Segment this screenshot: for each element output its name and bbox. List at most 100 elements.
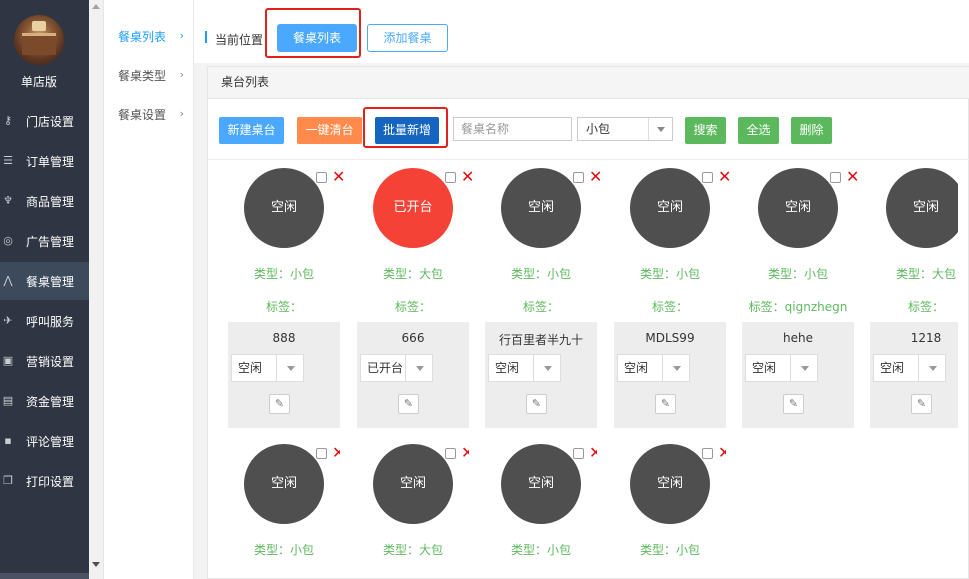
table-state-select[interactable]: 空闲 bbox=[745, 354, 818, 382]
table-checkbox[interactable] bbox=[445, 172, 456, 183]
table-tags: 标签： bbox=[651, 300, 688, 314]
close-icon[interactable]: ✕ bbox=[846, 168, 859, 186]
road-icon: ⋀ bbox=[3, 274, 13, 287]
sidebar-item-label: 订单管理 bbox=[26, 154, 75, 169]
new-table-button[interactable]: 新建桌台 bbox=[219, 117, 284, 144]
sidebar-item-printing[interactable]: ❐ 打印设置 bbox=[0, 462, 89, 500]
table-checkbox[interactable] bbox=[573, 448, 584, 459]
table-checkbox[interactable] bbox=[702, 172, 713, 183]
table-state-select[interactable]: 空闲 bbox=[231, 354, 304, 382]
table-status-circle[interactable]: 空闲 bbox=[630, 168, 710, 248]
table-type: 类型：大包 bbox=[895, 267, 956, 281]
tab-add-table[interactable]: 添加餐桌 bbox=[367, 24, 448, 52]
pencil-icon[interactable]: ✎ bbox=[911, 394, 932, 414]
list-icon: ☰ bbox=[3, 154, 13, 167]
tab-table-list[interactable]: 餐桌列表 bbox=[277, 24, 357, 52]
sidebar-item-marketing[interactable]: ▣ 营销设置 bbox=[0, 342, 89, 380]
table-checkbox[interactable] bbox=[316, 172, 327, 183]
table-type: 类型：小包 bbox=[767, 267, 828, 281]
sidebar-item-call-service[interactable]: ✈ 呼叫服务 bbox=[0, 302, 89, 340]
scroll-up-icon[interactable] bbox=[92, 4, 100, 9]
table-tags: 标签： bbox=[394, 300, 431, 314]
sidebar-scrollbar[interactable] bbox=[0, 573, 89, 579]
sidebar-item-orders[interactable]: ☰ 订单管理 bbox=[0, 142, 89, 180]
comment-icon: ▪ bbox=[4, 434, 12, 447]
table-status-circle[interactable]: 空闲 bbox=[244, 444, 324, 524]
vertical-scrollbar[interactable] bbox=[89, 0, 104, 579]
submenu-item-table-list[interactable]: 餐桌列表 › bbox=[118, 28, 192, 48]
table-type-select[interactable]: 小包 bbox=[577, 117, 673, 141]
select-all-button[interactable]: 全选 bbox=[738, 117, 779, 144]
plane-icon: ✈ bbox=[3, 314, 13, 327]
table-name: MDLS99 bbox=[645, 331, 695, 345]
close-icon[interactable]: ✕ bbox=[332, 168, 345, 186]
table-status-circle[interactable]: 空闲 bbox=[373, 444, 453, 524]
submenu-item-table-settings[interactable]: 餐桌设置 › bbox=[118, 106, 192, 126]
sidebar-item-label: 资金管理 bbox=[26, 394, 75, 409]
sidebar-item-reviews[interactable]: ▪ 评论管理 bbox=[0, 422, 89, 460]
chevron-down-icon bbox=[276, 355, 303, 381]
sidebar-item-label: 门店设置 bbox=[26, 114, 75, 129]
search-button[interactable]: 搜索 bbox=[685, 117, 726, 144]
sidebar-item-ads[interactable]: ◎ 广告管理 bbox=[0, 222, 89, 260]
sidebar-item-label: 广告管理 bbox=[26, 234, 75, 249]
close-icon[interactable]: ✕ bbox=[718, 168, 731, 186]
batch-add-button[interactable]: 批量新增 bbox=[375, 117, 439, 144]
chevron-down-icon bbox=[405, 355, 432, 381]
table-card: 空闲 ✕ 类型：小包 bbox=[485, 444, 597, 579]
submenu-item-table-types[interactable]: 餐桌类型 › bbox=[118, 67, 192, 87]
sidebar-item-products[interactable]: ♆ 商品管理 bbox=[0, 182, 89, 220]
table-state-select[interactable]: 已开台 bbox=[360, 354, 433, 382]
table-name: 666 bbox=[401, 331, 425, 345]
table-status-circle[interactable]: 空闲 bbox=[501, 168, 581, 248]
breadcrumb: 当前位置 餐桌列表 添加餐桌 bbox=[194, 0, 969, 63]
pencil-icon[interactable]: ✎ bbox=[655, 394, 676, 414]
sidebar-item-finance[interactable]: ▤ 资金管理 bbox=[0, 382, 89, 420]
table-type: 类型：小包 bbox=[253, 267, 314, 281]
table-state-select[interactable]: 空闲 bbox=[873, 354, 946, 382]
table-tags: 标签：qignzhegn bbox=[748, 300, 848, 314]
sidebar-item-label: 餐桌管理 bbox=[26, 274, 75, 289]
close-icon[interactable]: ✕ bbox=[718, 444, 726, 462]
table-type-select-value: 小包 bbox=[586, 122, 611, 136]
pencil-icon[interactable]: ✎ bbox=[398, 394, 419, 414]
table-info: MDLS99 空闲 ✎ bbox=[614, 322, 726, 428]
close-icon[interactable]: ✕ bbox=[461, 444, 469, 462]
table-status-circle[interactable]: 空闲 bbox=[244, 168, 324, 248]
table-info: 666 已开台 ✎ bbox=[357, 322, 469, 428]
table-status-circle[interactable]: 空闲 bbox=[501, 444, 581, 524]
table-status-circle[interactable]: 空闲 bbox=[630, 444, 710, 524]
table-status-circle[interactable]: 空闲 bbox=[886, 168, 958, 248]
close-icon[interactable]: ✕ bbox=[589, 444, 597, 462]
table-type: 类型：小包 bbox=[639, 543, 700, 557]
sidebar-item-label: 评论管理 bbox=[26, 434, 75, 449]
clear-all-button[interactable]: 一键清台 bbox=[297, 117, 362, 144]
table-checkbox[interactable] bbox=[702, 448, 713, 459]
scroll-down-icon[interactable] bbox=[92, 562, 100, 567]
table-state-select[interactable]: 空闲 bbox=[617, 354, 690, 382]
table-state-value: 空闲 bbox=[752, 361, 777, 375]
sidebar-item-tables[interactable]: ⋀ 餐桌管理 bbox=[0, 262, 89, 300]
pencil-icon[interactable]: ✎ bbox=[783, 394, 804, 414]
chevron-down-icon bbox=[648, 118, 672, 140]
table-checkbox[interactable] bbox=[830, 172, 841, 183]
delete-button[interactable]: 删除 bbox=[791, 117, 832, 144]
sidebar-item-store-settings[interactable]: ⚷ 门店设置 bbox=[0, 102, 89, 140]
table-name-input[interactable]: 餐桌名称 bbox=[453, 117, 572, 141]
table-state-value: 空闲 bbox=[880, 361, 905, 375]
close-icon[interactable]: ✕ bbox=[589, 168, 602, 186]
table-checkbox[interactable] bbox=[445, 448, 456, 459]
table-status-circle[interactable]: 空闲 bbox=[758, 168, 838, 248]
table-checkbox[interactable] bbox=[573, 172, 584, 183]
table-checkbox[interactable] bbox=[316, 448, 327, 459]
table-type: 类型：小包 bbox=[510, 543, 571, 557]
close-icon[interactable]: ✕ bbox=[461, 168, 474, 186]
table-state-select[interactable]: 空闲 bbox=[488, 354, 561, 382]
pencil-icon[interactable]: ✎ bbox=[269, 394, 290, 414]
sidebar-item-label: 商品管理 bbox=[26, 194, 75, 209]
table-type: 类型：小包 bbox=[253, 543, 314, 557]
table-status-circle[interactable]: 已开台 bbox=[373, 168, 453, 248]
avatar[interactable] bbox=[14, 15, 64, 65]
close-icon[interactable]: ✕ bbox=[332, 444, 340, 462]
pencil-icon[interactable]: ✎ bbox=[526, 394, 547, 414]
